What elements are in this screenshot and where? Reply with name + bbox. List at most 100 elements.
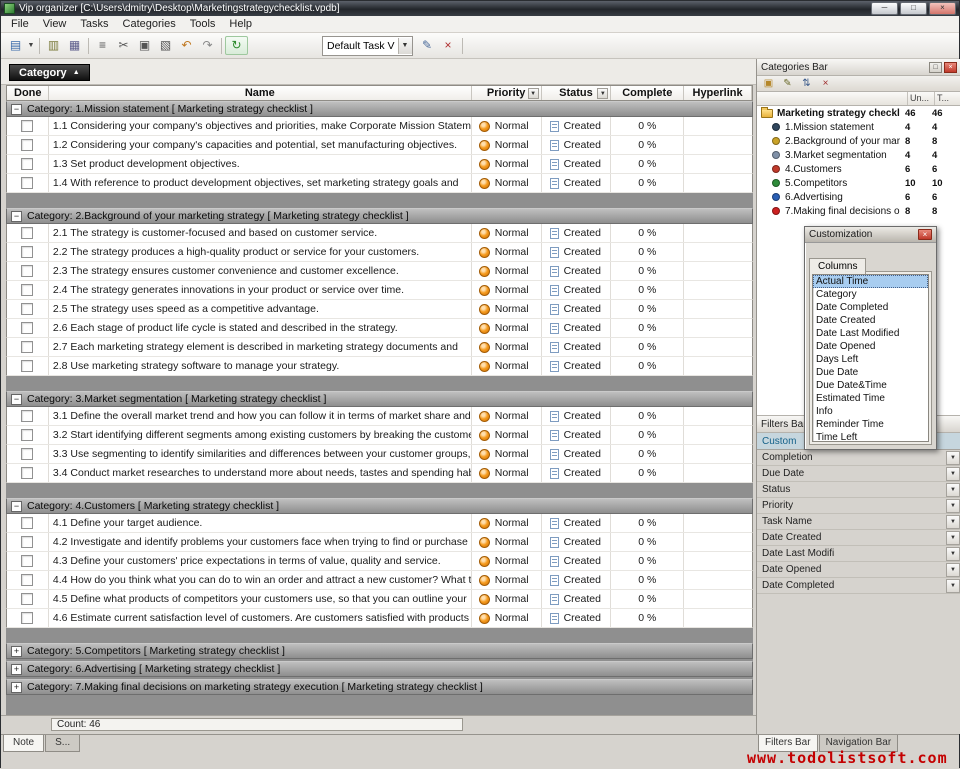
tree-item[interactable]: 2.Background of your mar88: [757, 134, 960, 148]
task-row[interactable]: 1.1 Considering your company's objective…: [6, 117, 753, 136]
task-done-checkbox[interactable]: [21, 158, 33, 170]
close-panel-icon[interactable]: ×: [944, 62, 957, 73]
task-done-checkbox[interactable]: [21, 429, 33, 441]
filter-row[interactable]: Date Created▼: [757, 530, 960, 546]
column-header-complete[interactable]: Complete: [611, 86, 684, 100]
columns-option[interactable]: Due Date&Time: [813, 379, 928, 392]
delete-view-icon[interactable]: ×: [438, 37, 459, 54]
collapse-icon[interactable]: −: [11, 501, 22, 512]
columns-option[interactable]: Days Left: [813, 353, 928, 366]
filter-dropdown-icon[interactable]: ▼: [597, 88, 608, 99]
task-row[interactable]: 2.8 Use marketing strategy software to m…: [6, 357, 753, 376]
chevron-down-icon[interactable]: ▼: [946, 499, 960, 513]
filter-row[interactable]: Status▼: [757, 482, 960, 498]
task-row[interactable]: 4.2 Investigate and identify problems yo…: [6, 533, 753, 552]
category-group-header[interactable]: +Category: 5.Competitors [ Marketing str…: [6, 643, 753, 659]
task-row[interactable]: 4.5 Define what products of competitors …: [6, 590, 753, 609]
menu-item-help[interactable]: Help: [222, 17, 259, 31]
task-done-checkbox[interactable]: [21, 410, 33, 422]
task-row[interactable]: 1.4 With reference to product developmen…: [6, 174, 753, 193]
task-done-checkbox[interactable]: [21, 467, 33, 479]
task-done-checkbox[interactable]: [21, 303, 33, 315]
category-group-header[interactable]: −Category: 4.Customers [ Marketing strat…: [6, 498, 753, 514]
new-task-icon[interactable]: ▤: [5, 37, 26, 54]
menu-item-file[interactable]: File: [4, 17, 36, 31]
column-header-hyperlink[interactable]: Hyperlink: [684, 86, 752, 100]
task-row[interactable]: 2.7 Each marketing strategy element is d…: [6, 338, 753, 357]
task-done-checkbox[interactable]: [21, 246, 33, 258]
task-row[interactable]: 2.4 The strategy generates innovations i…: [6, 281, 753, 300]
tree-item[interactable]: 7.Making final decisions o88: [757, 204, 960, 218]
chevron-down-icon[interactable]: ▼: [398, 38, 412, 54]
tab-columns[interactable]: Columns: [809, 258, 866, 274]
task-done-checkbox[interactable]: [21, 360, 33, 372]
task-done-checkbox[interactable]: [21, 517, 33, 529]
refresh-icon[interactable]: ↻: [225, 36, 248, 55]
columns-option[interactable]: Estimated Time: [813, 392, 928, 405]
columns-option[interactable]: Date Last Modified: [813, 327, 928, 340]
columns-option[interactable]: Date Opened: [813, 340, 928, 353]
print-icon[interactable]: ≡: [92, 37, 113, 54]
columns-option[interactable]: Due Date: [813, 366, 928, 379]
task-done-checkbox[interactable]: [21, 612, 33, 624]
undo-icon[interactable]: ↶: [176, 37, 197, 54]
task-done-checkbox[interactable]: [21, 139, 33, 151]
filter-dropdown-icon[interactable]: ▼: [528, 88, 539, 99]
task-row[interactable]: 2.5 The strategy uses speed as a competi…: [6, 300, 753, 319]
collapse-icon[interactable]: −: [11, 104, 22, 115]
expand-icon[interactable]: +: [11, 682, 22, 693]
chevron-down-icon[interactable]: ▼: [946, 579, 960, 593]
tree-item[interactable]: 5.Competitors1010: [757, 176, 960, 190]
add-note-icon[interactable]: ▥: [43, 37, 64, 54]
maximize-button[interactable]: □: [900, 2, 927, 15]
task-done-checkbox[interactable]: [21, 341, 33, 353]
column-header-status[interactable]: Status▼: [542, 86, 612, 100]
chevron-down-icon[interactable]: ▼: [946, 531, 960, 545]
column-header-done[interactable]: Done: [7, 86, 49, 100]
task-row[interactable]: 3.4 Conduct market researches to underst…: [6, 464, 753, 483]
restore-panel-icon[interactable]: □: [929, 62, 942, 73]
tree-item[interactable]: 3.Market segmentation44: [757, 148, 960, 162]
filter-row[interactable]: Due Date▼: [757, 466, 960, 482]
chevron-down-icon[interactable]: ▼: [946, 563, 960, 577]
menu-item-tasks[interactable]: Tasks: [73, 17, 115, 31]
category-group-header[interactable]: +Category: 7.Making final decisions on m…: [6, 679, 753, 695]
task-done-checkbox[interactable]: [21, 120, 33, 132]
task-done-checkbox[interactable]: [21, 593, 33, 605]
columns-option[interactable]: Reminder Time: [813, 418, 928, 431]
chevron-down-icon[interactable]: ▼: [946, 483, 960, 497]
new-category-icon[interactable]: ▣: [760, 77, 777, 91]
chevron-down-icon[interactable]: ▼: [946, 515, 960, 529]
column-header-uncompleted[interactable]: Un...: [907, 92, 934, 105]
task-row[interactable]: 3.1 Define the overall market trend and …: [6, 407, 753, 426]
chevron-down-icon[interactable]: ▼: [946, 451, 960, 465]
columns-option[interactable]: Info: [813, 405, 928, 418]
expand-icon[interactable]: +: [11, 664, 22, 675]
task-done-checkbox[interactable]: [21, 227, 33, 239]
tab-note[interactable]: Note: [3, 735, 44, 752]
edit-category-icon[interactable]: ✎: [779, 77, 796, 91]
menu-item-categories[interactable]: Categories: [116, 17, 183, 31]
task-row[interactable]: 4.1 Define your target audience.NormalCr…: [6, 514, 753, 533]
task-done-checkbox[interactable]: [21, 284, 33, 296]
tree-item[interactable]: 4.Customers66: [757, 162, 960, 176]
tree-item-root[interactable]: Marketing strategy checkl4646: [757, 106, 960, 120]
redo-icon[interactable]: ↷: [197, 37, 218, 54]
columns-option[interactable]: Category: [813, 288, 928, 301]
task-done-checkbox[interactable]: [21, 555, 33, 567]
chevron-down-icon[interactable]: ▼: [946, 547, 960, 561]
task-row[interactable]: 4.3 Define your customers' price expecta…: [6, 552, 753, 571]
task-row[interactable]: 3.2 Start identifying different segments…: [6, 426, 753, 445]
expand-icon[interactable]: +: [11, 646, 22, 657]
task-row[interactable]: 4.4 How do you think what you can do to …: [6, 571, 753, 590]
columns-option[interactable]: Time Left: [813, 431, 928, 442]
sort-categories-icon[interactable]: ⇅: [798, 77, 815, 91]
columns-option[interactable]: Actual Time: [813, 275, 928, 288]
task-view-combo[interactable]: Default Task V▼: [322, 36, 413, 56]
task-row[interactable]: 2.1 The strategy is customer-focused and…: [6, 224, 753, 243]
task-row[interactable]: 3.3 Use segmenting to identify similarit…: [6, 445, 753, 464]
category-group-header[interactable]: −Category: 3.Market segmentation [ Marke…: [6, 391, 753, 407]
delete-category-icon[interactable]: ×: [817, 77, 834, 91]
task-row[interactable]: 1.3 Set product development objectives.N…: [6, 155, 753, 174]
new-task-dropdown-icon[interactable]: ▼: [26, 37, 36, 54]
